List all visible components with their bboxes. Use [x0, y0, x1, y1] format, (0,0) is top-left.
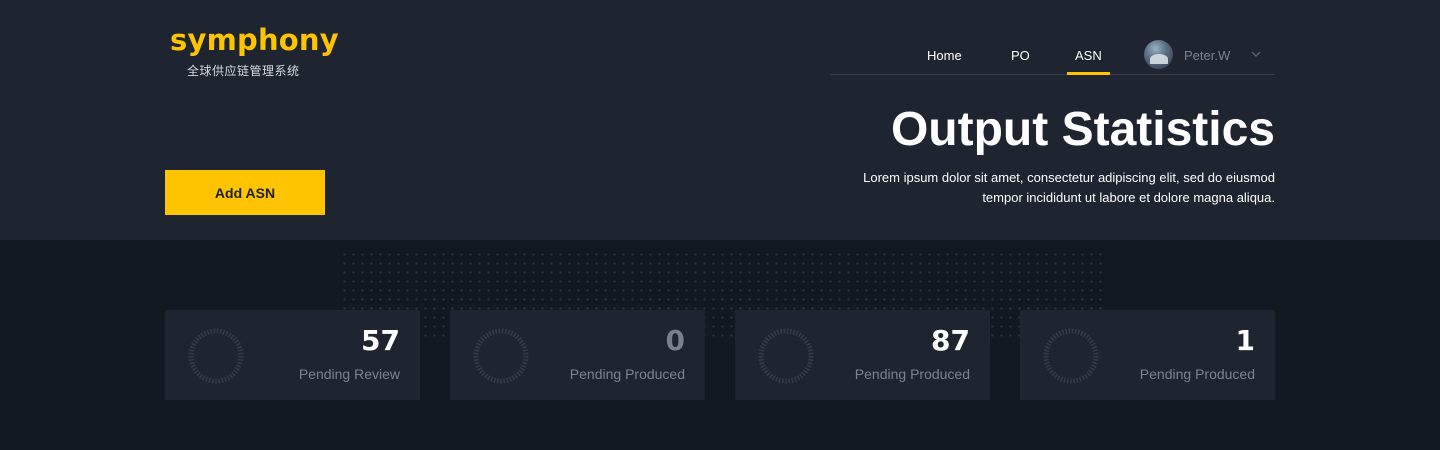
- stat-card-pending-produced[interactable]: 1 Pending Produced: [1020, 310, 1275, 400]
- stat-value: 1: [1235, 324, 1255, 357]
- avatar[interactable]: [1144, 40, 1173, 69]
- page-title: Output Statistics: [890, 103, 1275, 156]
- stat-label: Pending Produced: [569, 366, 685, 382]
- page-description: Lorem ipsum dolor sit amet, consectetur …: [863, 170, 1275, 205]
- stat-label: Pending Produced: [854, 366, 970, 382]
- stat-value: 57: [361, 324, 400, 357]
- stat-label: Pending Review: [298, 366, 400, 382]
- nav-item-home[interactable]: Home: [927, 48, 962, 63]
- brand-logo[interactable]: symphony 全球供应链管理系统: [170, 23, 339, 78]
- progress-ring-icon: [758, 328, 814, 384]
- stat-value: 87: [931, 324, 970, 357]
- add-asn-button[interactable]: Add ASN: [165, 170, 325, 215]
- progress-ring-icon: [473, 328, 529, 384]
- stat-card-pending-produced[interactable]: 0 Pending Produced: [450, 310, 705, 400]
- brand-tagline: 全球供应链管理系统: [187, 64, 300, 78]
- user-name[interactable]: Peter.W: [1184, 48, 1230, 63]
- nav-item-po[interactable]: PO: [1011, 48, 1030, 63]
- nav-item-asn[interactable]: ASN: [1067, 48, 1110, 75]
- stat-value: 0: [665, 324, 685, 357]
- progress-ring-icon: [1043, 328, 1099, 384]
- stat-card-pending-produced[interactable]: 87 Pending Produced: [735, 310, 990, 400]
- progress-ring-icon: [188, 328, 244, 384]
- stat-card-pending-review[interactable]: 57 Pending Review: [165, 310, 420, 400]
- stat-label: Pending Produced: [1139, 366, 1255, 382]
- chevron-down-icon[interactable]: [1250, 46, 1262, 62]
- header-hero: symphony 全球供应链管理系统 Home PO ASN Peter.W O…: [0, 0, 1440, 240]
- brand-name: symphony: [170, 23, 339, 57]
- top-nav: Home PO ASN Peter.W: [830, 36, 1275, 75]
